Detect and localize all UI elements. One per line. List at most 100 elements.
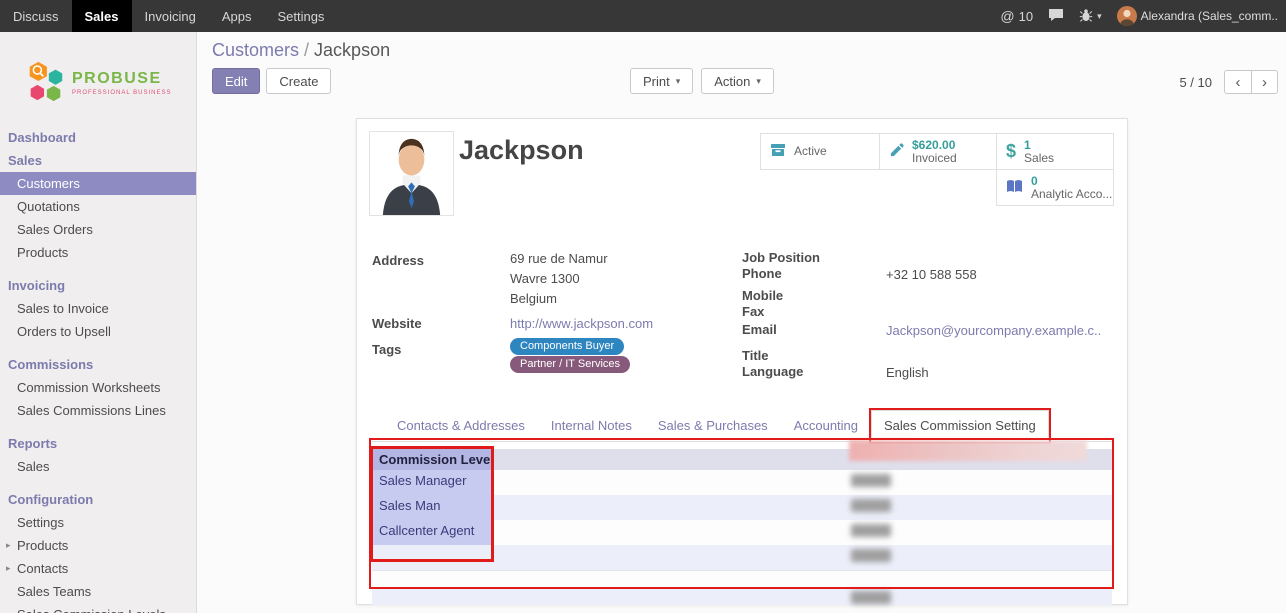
pencil-icon [889,143,904,161]
active-label: Active [794,145,827,158]
breadcrumb-customers-link[interactable]: Customers [212,40,299,60]
dollar-icon: $ [1006,141,1016,162]
commission-level-header[interactable]: Commission Level [372,449,492,470]
sidebar-item-products[interactable]: Products [0,241,196,264]
chevron-down-icon: ▾ [756,76,761,87]
tab-sales-commission-setting[interactable]: Sales Commission Setting [871,410,1049,442]
expand-arrow-icon: ▸ [6,563,11,574]
sidebar-section-sales[interactable]: Sales [0,149,196,172]
redacted-blur [851,591,891,604]
logo-text: PROBUSE PROFESSIONAL BUSINESS [72,70,171,96]
tab-internal-notes[interactable]: Internal Notes [538,410,645,442]
tab-sales-purchases[interactable]: Sales & Purchases [645,410,781,442]
active-stat-button[interactable]: Active [760,133,880,170]
table-row[interactable]: Sales Man [372,495,1112,520]
user-avatar [1117,6,1137,26]
mentions-button[interactable]: @ 10 [1000,8,1033,24]
table-row[interactable]: Sales Manager [372,470,1112,495]
address-line-3: Belgium [510,291,557,306]
invoiced-stat-button[interactable]: $620.00 Invoiced [879,133,997,170]
mobile-label: Mobile [742,288,783,303]
website-link[interactable]: http://www.jackpson.com [510,316,653,331]
form-buttons: Edit Create [212,68,331,94]
sidebar-section-invoicing[interactable]: Invoicing [0,274,196,297]
topbar-menus: Discuss Sales Invoicing Apps Settings [0,0,337,32]
sidebar-section-commissions[interactable]: Commissions [0,353,196,376]
create-button[interactable]: Create [266,68,331,94]
menu-sales[interactable]: Sales [72,0,132,32]
sidebar-item-label: Contacts [17,561,68,576]
address-label: Address [372,253,424,268]
stat-buttons-row-2: 0 Analytic Acco... [996,169,1114,206]
sidebar-item-sales-commissions-lines[interactable]: Sales Commissions Lines [0,399,196,422]
sidebar-item-sales-teams[interactable]: Sales Teams [0,580,196,603]
app-logo: PROBUSE PROFESSIONAL BUSINESS [0,32,196,124]
app-window: Discuss Sales Invoicing Apps Settings @ … [0,0,1286,613]
sidebar-section-reports[interactable]: Reports [0,432,196,455]
sidebar-section-configuration[interactable]: Configuration [0,488,196,511]
edit-button[interactable]: Edit [212,68,260,94]
tags-label: Tags [372,342,401,357]
contact-photo [369,131,454,216]
topbar: Discuss Sales Invoicing Apps Settings @ … [0,0,1286,32]
sales-stat-button[interactable]: $ 1 Sales [996,133,1114,170]
menu-settings[interactable]: Settings [264,0,337,32]
commission-level-cell: Callcenter Agent [372,520,492,545]
sidebar-item-orders-to-upsell[interactable]: Orders to Upsell [0,320,196,343]
action-dropdown-button[interactable]: Action▾ [701,68,774,94]
menu-discuss[interactable]: Discuss [0,0,72,32]
tab-contacts-addresses[interactable]: Contacts & Addresses [384,410,538,442]
topbar-right: @ 10 ▾ Alexandra (Sales_comm.. [1000,0,1286,32]
redacted-blur [851,549,891,562]
sidebar-item-commission-worksheets[interactable]: Commission Worksheets [0,376,196,399]
book-icon [1006,179,1023,197]
sidebar-item-config-contacts[interactable]: ▸ Contacts [0,557,196,580]
record-title: Jackpson [459,135,584,166]
user-name: Alexandra (Sales_comm.. [1141,9,1278,23]
tag-components-buyer: Components Buyer [510,338,624,355]
sidebar-item-reports-sales[interactable]: Sales [0,455,196,478]
mention-count: 10 [1019,9,1033,24]
messages-button[interactable] [1048,8,1064,25]
email-link[interactable]: Jackpson@yourcompany.example.c.. [886,323,1101,338]
record-form-sheet: Jackpson Active $620.00 [356,118,1128,605]
breadcrumb: Customers/Jackpson [212,40,390,61]
probuse-logo-icon [26,60,64,107]
commission-level-cell: Sales Manager [372,470,492,495]
analytic-accounts-stat-button[interactable]: 0 Analytic Acco... [996,169,1114,206]
table-row[interactable]: Callcenter Agent [372,520,1112,545]
tab-accounting[interactable]: Accounting [781,410,871,442]
chevron-down-icon: ▾ [676,76,681,87]
menu-invoicing[interactable]: Invoicing [132,0,209,32]
sidebar-item-dashboard[interactable]: Dashboard [0,126,196,149]
debug-menu-button[interactable]: ▾ [1079,8,1102,25]
redacted-blur [851,524,891,537]
breadcrumb-current: Jackpson [314,40,390,60]
chevron-down-icon: ▾ [1097,11,1102,22]
menu-apps[interactable]: Apps [209,0,265,32]
sidebar-item-settings[interactable]: Settings [0,511,196,534]
sidebar-item-customers[interactable]: Customers [0,172,196,195]
pager-previous-button[interactable]: ‹ [1224,70,1251,94]
invoiced-value: $620.00 [912,139,957,152]
print-dropdown-button[interactable]: Print▾ [630,68,693,94]
sidebar-item-quotations[interactable]: Quotations [0,195,196,218]
sidebar-item-sales-commission-levels[interactable]: Sales Commission Levels [0,603,196,613]
analytic-label: Analytic Acco... [1031,188,1112,201]
sidebar-item-config-products[interactable]: ▸Products [0,534,196,557]
language-value: English [886,365,929,380]
user-menu[interactable]: Alexandra (Sales_comm.. [1117,6,1278,26]
chat-bubble-icon [1048,8,1064,25]
table-row[interactable] [372,545,1112,570]
logo-title: PROBUSE [72,70,171,88]
pager-next-button[interactable]: › [1251,70,1278,94]
table-row[interactable] [372,588,1112,605]
sidebar-item-sales-to-invoice[interactable]: Sales to Invoice [0,297,196,320]
invoiced-label: Invoiced [912,152,957,165]
sales-count-value: 1 [1024,139,1054,152]
sidebar-item-sales-orders[interactable]: Sales Orders [0,218,196,241]
table-row[interactable] [372,570,1112,588]
phone-label: Phone [742,266,782,281]
analytic-value: 0 [1031,175,1112,188]
email-label: Email [742,322,777,337]
